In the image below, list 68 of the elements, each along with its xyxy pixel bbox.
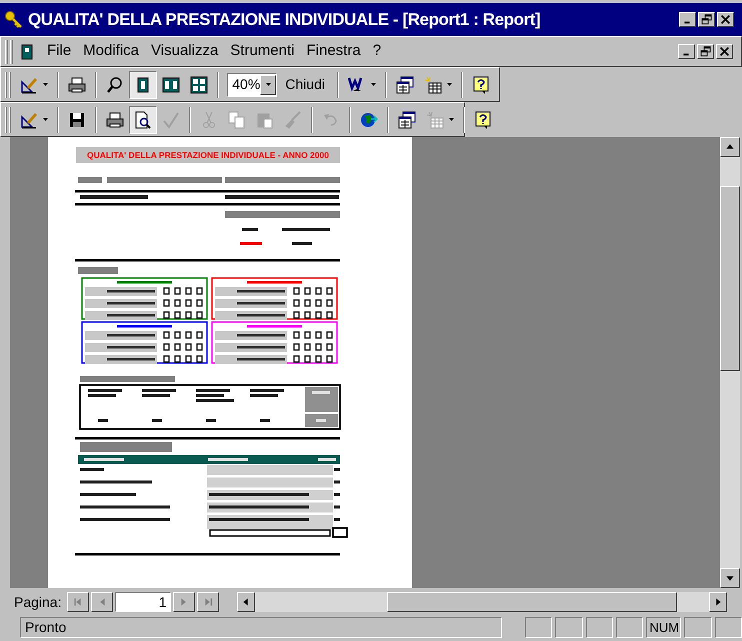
menu-item[interactable]: Visualizza (145, 40, 224, 63)
close-button[interactable] (716, 44, 733, 60)
table-spark-icon (424, 76, 442, 94)
close-button[interactable] (717, 12, 734, 27)
last-page-button[interactable] (197, 592, 220, 612)
menu-item[interactable]: Strumenti (224, 40, 300, 63)
close-button[interactable]: Chiudi (277, 72, 333, 98)
scissors-icon (200, 110, 218, 129)
first-page-button[interactable] (67, 592, 90, 612)
toolbar-button[interactable] (129, 70, 158, 99)
help-icon (472, 76, 490, 94)
status-text: Pronto (20, 617, 502, 638)
status-panel (586, 617, 614, 638)
next-page-button[interactable] (173, 592, 196, 612)
toolbar-button[interactable] (129, 106, 157, 134)
caret-icon (446, 83, 452, 86)
page-label: Pagina: (14, 592, 62, 612)
caret-icon (449, 118, 454, 122)
page-magnifier-icon (134, 110, 152, 129)
window-title: QUALITA' DELLA PRESTAZIONE INDIVIDUALE - [Report1 : Report] (28, 8, 542, 31)
zoom-combo-box[interactable]: 40% (227, 72, 278, 97)
status-panel (616, 617, 644, 638)
windows-icon (396, 76, 414, 94)
scroll-right-icon[interactable] (709, 592, 728, 612)
menu-item[interactable]: File (41, 40, 78, 63)
caret-icon (370, 83, 376, 86)
scroll-left-icon[interactable] (237, 592, 256, 612)
restore-button[interactable] (698, 12, 715, 27)
status-panel (525, 617, 552, 638)
scrollbar-thumb[interactable] (720, 186, 740, 372)
caret-icon (43, 83, 48, 86)
ruler-pencil-icon (20, 76, 38, 94)
menu-item[interactable]: Finestra (300, 40, 367, 63)
key-icon (4, 9, 24, 30)
two-pages-icon (162, 76, 180, 94)
menu-item[interactable]: Modifica (77, 40, 146, 63)
four-pages-icon (190, 76, 208, 94)
restore-button[interactable] (697, 44, 714, 60)
minimize-button[interactable] (679, 12, 696, 27)
table-spark-icon (426, 110, 444, 129)
clipboard-icon (256, 110, 274, 129)
minimize-button[interactable] (678, 44, 695, 60)
document-icon[interactable] (21, 44, 33, 60)
vertical-scrollbar[interactable] (720, 137, 740, 588)
scroll-down-icon[interactable] (720, 568, 740, 588)
page-number-field[interactable]: 1 (115, 592, 172, 612)
printer-icon (68, 76, 86, 94)
caret-icon (266, 83, 271, 86)
windows-icon (398, 110, 416, 129)
magnifier-icon (106, 76, 124, 94)
horizontal-scrollbar[interactable] (237, 592, 728, 612)
menu-item[interactable]: ? (366, 40, 388, 63)
globe-arrows-icon (360, 110, 378, 129)
check-mark-icon (162, 110, 180, 129)
previous-page-button[interactable] (91, 592, 114, 612)
ruler-pencil-icon (20, 110, 38, 129)
copy-icon (228, 110, 246, 129)
paintbrush-icon (284, 110, 302, 129)
status-indicator: NUM (646, 617, 682, 638)
status-panel (555, 617, 583, 638)
status-panel (684, 617, 712, 638)
printer-icon (106, 110, 124, 129)
report-title: QUALITA' DELLA PRESTAZIONE INDIVIDUALE - ANNO 2000 (76, 147, 340, 164)
caret-icon (43, 118, 48, 122)
scroll-up-icon[interactable] (720, 137, 740, 158)
status-panel (714, 617, 742, 638)
help-icon (474, 110, 492, 129)
scrollbar-thumb[interactable] (387, 592, 678, 612)
